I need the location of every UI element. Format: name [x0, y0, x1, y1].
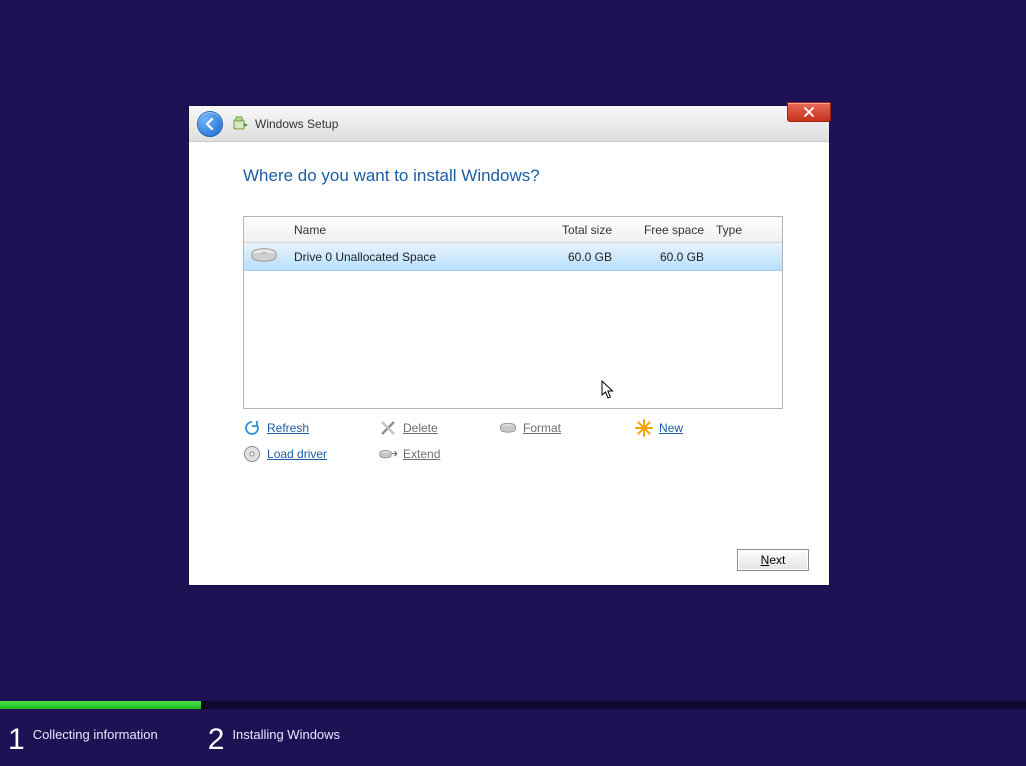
- dialog-content: Where do you want to install Windows? Na…: [189, 142, 829, 475]
- row-name: Drive 0 Unallocated Space: [288, 250, 518, 264]
- step-1-label: Collecting information: [33, 725, 158, 742]
- new-action[interactable]: New: [635, 419, 755, 437]
- step-1-num: 1: [8, 725, 25, 755]
- extend-icon: [379, 445, 397, 463]
- step-2-label: Installing Windows: [232, 725, 340, 742]
- row-free-space: 60.0 GB: [618, 250, 710, 264]
- delete-icon: [379, 419, 397, 437]
- format-icon: [499, 419, 517, 437]
- format-action[interactable]: Format: [499, 419, 635, 437]
- disk-actions: Refresh Delete Format New Load driver Ex…: [243, 419, 783, 463]
- setup-dialog: Windows Setup Where do you want to insta…: [189, 106, 829, 585]
- load-driver-label: Load driver: [267, 447, 327, 461]
- col-name[interactable]: Name: [288, 223, 518, 237]
- progress-step1: [0, 701, 201, 709]
- new-icon: [635, 419, 653, 437]
- new-label: New: [659, 421, 683, 435]
- col-total-size[interactable]: Total size: [518, 223, 618, 237]
- delete-label: Delete: [403, 421, 438, 435]
- steps-bar: 1 Collecting information 2 Installing Wi…: [0, 713, 1026, 766]
- cd-icon: [243, 445, 261, 463]
- refresh-action[interactable]: Refresh: [243, 419, 379, 437]
- refresh-icon: [243, 419, 261, 437]
- arrow-left-icon: [202, 116, 218, 132]
- cursor-icon: [601, 380, 615, 400]
- format-label: Format: [523, 421, 561, 435]
- progress-bar: [0, 701, 1026, 709]
- next-button[interactable]: Next: [737, 549, 809, 571]
- titlebar: Windows Setup: [189, 106, 829, 142]
- windows-setup-icon: [233, 116, 249, 132]
- next-label: Next: [761, 553, 786, 567]
- back-button[interactable]: [197, 111, 223, 137]
- step-1: 1 Collecting information: [8, 725, 158, 755]
- refresh-label: Refresh: [267, 421, 309, 435]
- page-heading: Where do you want to install Windows?: [243, 166, 775, 186]
- col-type[interactable]: Type: [710, 223, 782, 237]
- row-total-size: 60.0 GB: [518, 250, 618, 264]
- table-row[interactable]: Drive 0 Unallocated Space 60.0 GB 60.0 G…: [244, 243, 782, 271]
- col-free-space[interactable]: Free space: [618, 223, 710, 237]
- delete-action[interactable]: Delete: [379, 419, 499, 437]
- extend-label: Extend: [403, 447, 440, 461]
- progress-remaining: [205, 701, 1026, 709]
- extend-action[interactable]: Extend: [379, 445, 499, 463]
- close-icon: [803, 107, 815, 117]
- table-header: Name Total size Free space Type: [244, 217, 782, 243]
- close-button[interactable]: [787, 102, 831, 122]
- step-2-num: 2: [208, 725, 225, 755]
- load-driver-action[interactable]: Load driver: [243, 445, 379, 463]
- window-title: Windows Setup: [255, 117, 338, 131]
- disk-icon: [244, 247, 288, 266]
- disk-table: Name Total size Free space Type Drive 0 …: [243, 216, 783, 409]
- step-2: 2 Installing Windows: [208, 725, 340, 755]
